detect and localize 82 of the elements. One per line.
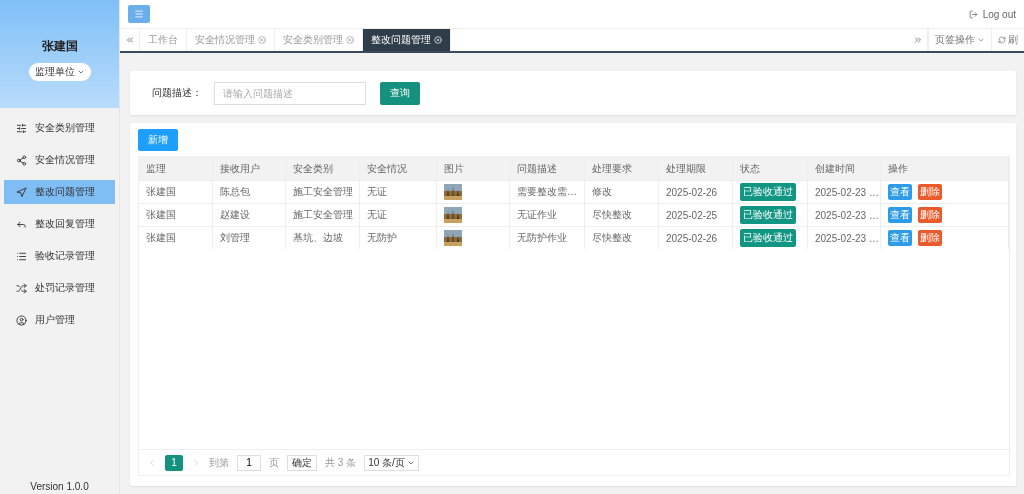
search-field[interactable]: 请输入问题描述	[214, 81, 366, 105]
table-cell: 张建国	[139, 204, 213, 226]
column-header: 安全情况	[360, 157, 437, 180]
add-button[interactable]: 新增	[138, 129, 178, 151]
column-header: 操作	[881, 157, 1009, 180]
table-cell: 2025-02-23 …	[808, 181, 881, 203]
table-cell: 需要整改需…	[510, 181, 585, 203]
table-cell: 2025-02-23 …	[808, 227, 881, 249]
table-cell: 无防护作业	[510, 227, 585, 249]
menu-item[interactable]: 整改问题管理	[4, 180, 115, 204]
double-chevron-right-icon	[912, 35, 923, 45]
column-header: 安全类别	[286, 157, 360, 180]
page-size-select[interactable]: 10 条/页	[364, 454, 419, 471]
menu-item[interactable]: 处罚记录管理	[4, 276, 115, 300]
table-cell: 无证作业	[510, 204, 585, 226]
column-header: 接收用户	[213, 157, 286, 180]
user-icon	[16, 314, 27, 326]
previous-page-icon[interactable]	[147, 457, 157, 468]
menu-item[interactable]: 整改回复管理	[4, 212, 115, 236]
delete-button[interactable]: 删除	[918, 184, 942, 200]
share-icon	[16, 154, 27, 166]
logout-link[interactable]: Log out	[968, 8, 1016, 20]
column-header: 处理期限	[659, 157, 733, 180]
delete-button[interactable]: 删除	[918, 230, 942, 246]
delete-button[interactable]: 删除	[918, 207, 942, 223]
menu-item[interactable]: 用户管理	[4, 308, 115, 332]
table-cell: 基坑、边坡	[286, 227, 360, 249]
menu-item[interactable]: 验收记录管理	[4, 244, 115, 268]
table-cell: 施工安全管理	[286, 204, 360, 226]
table-cell: 刘管理	[213, 227, 286, 249]
caret-icon	[977, 36, 985, 44]
table-cell: 张建国	[139, 227, 213, 249]
column-header: 问题描述	[510, 157, 585, 180]
double-chevron-left-icon	[124, 35, 135, 45]
table-cell: 2025-02-26	[659, 181, 733, 203]
page-button[interactable]: 1	[165, 454, 183, 471]
column-header: 处理要求	[585, 157, 659, 180]
status-badge: 已验收通过	[740, 206, 796, 224]
table-cell: 赵建设	[213, 204, 286, 226]
navigation-icon	[16, 186, 27, 198]
logout-icon	[968, 9, 978, 19]
goto-label: 到第	[209, 455, 229, 470]
table-cell: 2025-02-25	[659, 204, 733, 226]
table-cell: 2025-02-23 …	[808, 204, 881, 226]
total-count: 共 3 条	[325, 455, 357, 470]
column-header: 创建时间	[808, 157, 881, 180]
menu-button[interactable]	[128, 5, 150, 23]
table-cell: 无证	[360, 181, 437, 203]
tab[interactable]: 整改问题管理	[363, 29, 451, 51]
table-cell: 尽快整改	[585, 227, 659, 249]
view-button[interactable]: 查看	[888, 230, 912, 246]
status-badge: 已验收通过	[740, 183, 796, 201]
page-unit-label: 页	[269, 455, 279, 470]
column-header: 图片	[437, 157, 510, 180]
view-button[interactable]: 查看	[888, 184, 912, 200]
table-cell: 施工安全管理	[286, 181, 360, 203]
column-header: 状态	[733, 157, 808, 180]
list-icon	[16, 250, 27, 262]
role-dropdown[interactable]: 监理单位	[28, 62, 91, 81]
next-page-icon[interactable]	[191, 457, 201, 468]
view-button[interactable]: 查看	[888, 207, 912, 223]
table-cell: 尽快整改	[585, 204, 659, 226]
table-cell: 2025-02-26	[659, 227, 733, 249]
menu-item[interactable]: 安全类别管理	[4, 116, 115, 140]
shuffle-icon	[16, 282, 27, 294]
status-badge: 已验收通过	[740, 229, 796, 247]
table-cell: 陈总包	[213, 181, 286, 203]
search-button[interactable]: 查询	[380, 81, 420, 105]
page-input[interactable]: 1	[237, 454, 261, 471]
confirm-button[interactable]: 确定	[287, 454, 317, 471]
table-cell: 张建国	[139, 181, 213, 203]
menu-item[interactable]: 安全情况管理	[4, 148, 115, 172]
version-label: Version 1.0.0	[29, 481, 90, 494]
column-header: 监理	[139, 157, 213, 180]
menu-icon	[134, 9, 144, 19]
refresh-icon	[998, 36, 1006, 44]
table-cell: 无防护	[360, 227, 437, 249]
user-name: 张建国	[41, 37, 78, 55]
table-cell: 修改	[585, 181, 659, 203]
table-cell: 无证	[360, 204, 437, 226]
search-label: 问题描述：	[152, 86, 202, 100]
sliders-icon	[16, 122, 27, 134]
